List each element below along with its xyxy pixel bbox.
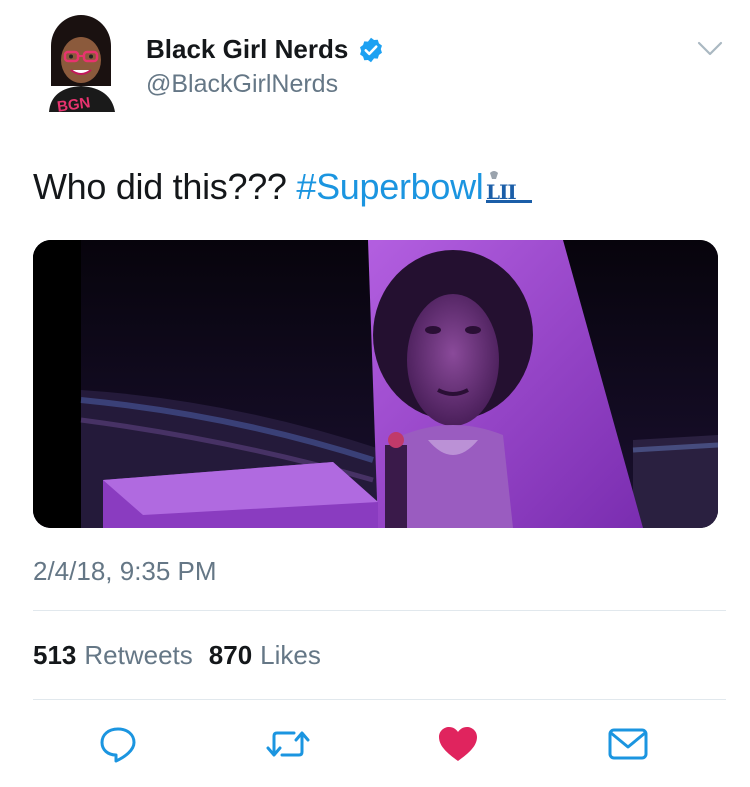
tweet-stats: 513 Retweets 870 Likes <box>33 640 321 671</box>
retweet-button[interactable] <box>266 722 310 766</box>
tweet-body-text: Who did this??? <box>33 166 297 207</box>
comment-icon <box>100 727 136 763</box>
verified-badge-icon <box>357 36 385 64</box>
author-name-row[interactable]: Black Girl Nerds <box>146 34 385 65</box>
tweet-media-image[interactable] <box>33 240 718 528</box>
likes-count: 870 <box>208 640 253 670</box>
retweets-stat[interactable]: 513 Retweets <box>33 640 193 671</box>
retweets-label: Retweets <box>84 640 193 670</box>
tweet-menu-chevron-icon[interactable] <box>697 40 723 58</box>
author-display-name[interactable]: Black Girl Nerds <box>146 34 348 65</box>
retweets-count: 513 <box>33 640 77 670</box>
divider-top <box>33 610 726 611</box>
heart-icon <box>439 727 477 761</box>
super-bowl-lii-logo-icon: LII <box>484 169 536 205</box>
tweet-text: Who did this??? #Superbowl LII <box>33 166 536 208</box>
bgn-avatar-icon: BGN <box>49 15 115 116</box>
retweet-icon <box>266 731 310 757</box>
tweet-timestamp: 2/4/18, 9:35 PM <box>33 556 217 586</box>
share-button[interactable] <box>606 722 650 766</box>
likes-stat[interactable]: 870 Likes <box>209 640 321 671</box>
hashtag-link[interactable]: #Superbowl <box>296 166 483 207</box>
divider-bottom <box>33 699 726 700</box>
tweet-action-bar <box>0 722 750 766</box>
like-button[interactable] <box>436 722 480 766</box>
author-avatar[interactable]: BGN <box>37 12 127 116</box>
likes-label: Likes <box>260 640 321 670</box>
reply-button[interactable] <box>96 722 140 766</box>
author-handle[interactable]: @BlackGirlNerds <box>146 70 338 99</box>
envelope-icon <box>608 728 648 760</box>
